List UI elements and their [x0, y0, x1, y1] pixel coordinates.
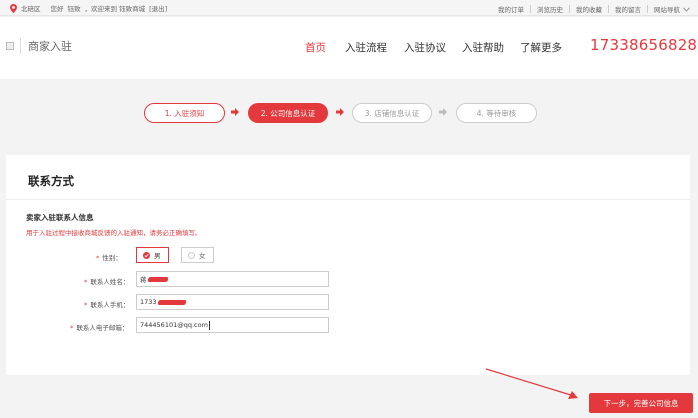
gender-label-text: 性别：	[102, 254, 122, 262]
gender-label: * 性别：	[96, 252, 122, 262]
step-1-label: 1. 入驻须知	[164, 108, 205, 118]
location-pin-icon	[10, 3, 17, 13]
hotline-phone: 17338656828	[590, 36, 698, 54]
arrow-right-icon	[439, 108, 447, 116]
name-label-text: 联系人姓名：	[90, 278, 130, 286]
divider	[647, 5, 648, 13]
step-4-label: 4. 等待审核	[476, 108, 517, 118]
next-step-label: 下一步，完善公司信息	[603, 398, 679, 408]
gender-female-label: 女	[199, 252, 206, 260]
nav-help[interactable]: 入驻帮助	[462, 40, 504, 55]
nav-home[interactable]: 首页	[305, 40, 326, 55]
required-mark: *	[84, 278, 88, 286]
contact-phone-input[interactable]: 1733	[136, 294, 329, 310]
welcome-text: ，欢迎来到 钰致商城	[84, 5, 146, 13]
contact-name-input[interactable]: 蒋	[136, 271, 329, 287]
logout-link[interactable]: [退出]	[149, 3, 167, 13]
step-1: 1. 入驻须知	[144, 103, 225, 123]
nav-process[interactable]: 入驻流程	[345, 40, 387, 55]
required-mark: *	[84, 301, 88, 309]
check-icon	[143, 251, 150, 259]
contact-name-value: 蒋	[140, 276, 147, 284]
divider	[569, 5, 570, 13]
required-mark: *	[96, 254, 100, 262]
nav-more[interactable]: 了解更多	[520, 40, 562, 55]
form-subtitle: 卖家入驻联系人信息	[26, 213, 94, 222]
logo-broken-image-icon[interactable]	[6, 42, 14, 50]
email-label: * 联系人电子邮箱：	[70, 322, 128, 332]
redaction-mark	[156, 299, 187, 305]
username-link[interactable]: 钰致	[68, 3, 81, 13]
text-cursor	[208, 320, 210, 330]
arrow-right-icon	[231, 108, 239, 116]
divider	[530, 5, 531, 13]
logo-text: 商家入驻	[28, 40, 72, 53]
step-4: 4. 等待审核	[456, 103, 537, 123]
arrow-right-icon	[336, 108, 344, 116]
name-label: * 联系人姓名：	[84, 276, 129, 286]
contact-email-input[interactable]: 744456101@qq.com	[136, 317, 329, 333]
email-label-text: 联系人电子邮箱：	[76, 324, 129, 332]
phone-label: * 联系人手机：	[84, 299, 129, 309]
location-text[interactable]: 北碚区	[21, 3, 41, 13]
redaction-mark	[146, 276, 169, 282]
step-2: 2. 公司信息认证	[248, 103, 328, 123]
my-orders-link[interactable]: 我的订单	[498, 4, 524, 14]
required-mark: *	[70, 324, 74, 332]
nav-agreement[interactable]: 入驻协议	[404, 40, 446, 55]
phone-label-text: 联系人手机：	[90, 301, 130, 309]
step-3-label: 3. 店铺信息认证	[364, 108, 420, 118]
chevron-down-icon[interactable]	[683, 6, 690, 12]
browse-history-link[interactable]: 浏览历史	[537, 4, 563, 14]
section-title: 联系方式	[28, 174, 74, 188]
next-step-button[interactable]: 下一步，完善公司信息	[589, 393, 693, 413]
top-bar-links: 我的订单 浏览历史 我的收藏 我的留言 网站导航	[498, 4, 690, 14]
gender-male-radio[interactable]: 男	[136, 247, 169, 263]
step-2-label: 2. 公司信息认证	[260, 108, 316, 118]
greeting-text: 您好	[50, 5, 64, 13]
logo-divider	[20, 38, 21, 54]
contact-form-panel: 联系方式 卖家入驻联系人信息 用于入驻过程中接收商城反馈的入驻通知，请务必正确填…	[6, 155, 690, 375]
top-bar-left: 北碚区 您好 钰致 ，欢迎来到 钰致商城 [退出]	[10, 3, 167, 13]
my-favorites-link[interactable]: 我的收藏	[576, 4, 602, 14]
form-notice: 用于入驻过程中接收商城反馈的入驻通知，请务必正确填写。	[26, 229, 202, 237]
contact-email-value: 744456101@qq.com	[140, 321, 208, 329]
contact-phone-value: 1733	[140, 298, 157, 306]
divider	[6, 199, 690, 200]
annotation-arrow-icon	[485, 368, 578, 399]
gender-male-label: 男	[154, 252, 161, 260]
site-nav-link[interactable]: 网站导航	[654, 4, 680, 14]
gender-female-radio[interactable]: 女	[181, 247, 214, 263]
top-bar: 北碚区 您好 钰致 ，欢迎来到 钰致商城 [退出] 我的订单 浏览历史 我的收藏…	[0, 0, 698, 16]
step-3: 3. 店铺信息认证	[352, 103, 432, 123]
my-messages-link[interactable]: 我的留言	[615, 4, 641, 14]
divider	[608, 5, 609, 13]
radio-circle-icon	[188, 251, 195, 259]
